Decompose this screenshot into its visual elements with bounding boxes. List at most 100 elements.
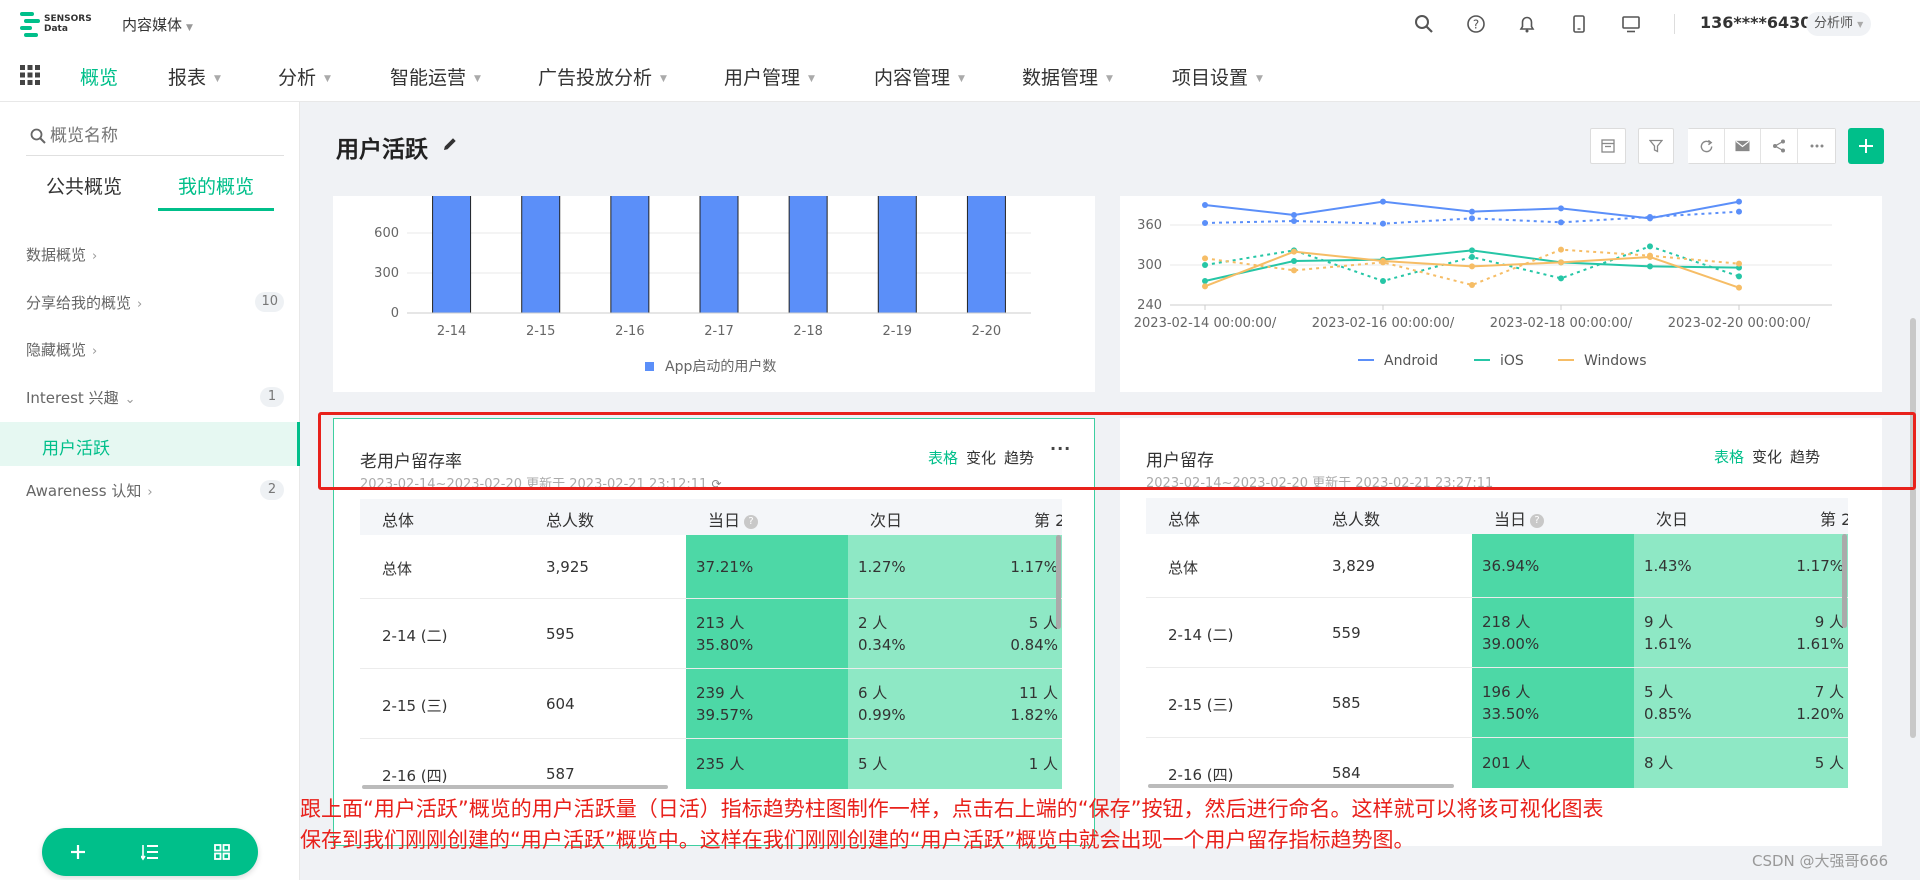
nav-data-management[interactable]: 数据管理 ▼ <box>1022 63 1113 90</box>
nav-overview[interactable]: 概览 <box>80 63 118 90</box>
tab-public-overview[interactable]: 公共概览 <box>46 172 122 199</box>
page-scrollbar[interactable] <box>1910 318 1916 738</box>
compare-point-Windows[interactable] <box>1736 260 1742 267</box>
table-row[interactable]: 2-14 (二) 559 218 人 39.00% 9 人 1.61% 9 人 1.61% <box>1146 598 1848 668</box>
retention-cell[interactable]: 37.21% <box>686 535 848 598</box>
table-vertical-scrollbar[interactable] <box>1056 535 1061 629</box>
sidebar-item-hidden[interactable]: 隐藏概览 › <box>26 339 284 363</box>
layout-button[interactable] <box>1590 128 1626 164</box>
compare-point-iOS[interactable] <box>1469 254 1475 260</box>
point-Android[interactable] <box>1558 205 1564 212</box>
table-horizontal-scrollbar[interactable] <box>1148 784 1454 788</box>
compare-point-Android[interactable] <box>1469 215 1475 222</box>
table-row[interactable]: 2-16 (四) 584 201 人 8 人 5 人 <box>1146 738 1848 788</box>
monitor-icon[interactable] <box>1619 12 1643 36</box>
sort-list-button[interactable] <box>126 828 174 876</box>
compare-point-Windows[interactable] <box>1202 255 1208 262</box>
apps-grid-icon[interactable] <box>20 65 40 85</box>
bar-2-16[interactable] <box>610 192 650 314</box>
bar-2-19[interactable] <box>877 192 917 314</box>
bar-2-17[interactable] <box>699 192 739 314</box>
nav-content-management[interactable]: 内容管理 ▼ <box>874 63 965 90</box>
edit-title-icon[interactable] <box>442 136 458 156</box>
table-row[interactable]: 2-14 (二) 595 213 人 35.80% 2 人 0.34% 5 人 0.84% <box>360 599 1062 669</box>
tab-my-overview[interactable]: 我的概览 <box>178 172 254 199</box>
nav-user-management[interactable]: 用户管理 ▼ <box>724 63 815 90</box>
retention-cell[interactable]: 5 人 <box>1796 738 1848 788</box>
compare-point-Android[interactable] <box>1291 218 1297 224</box>
retention-cell[interactable]: 1.17% <box>1010 535 1062 598</box>
retention-cell[interactable]: 11 人 1.82% <box>1010 669 1062 738</box>
point-Windows[interactable] <box>1558 259 1564 266</box>
sidebar-item-user-active[interactable]: 用户活跃 <box>0 422 300 466</box>
point-Windows[interactable] <box>1202 283 1208 290</box>
retention-cell[interactable]: 9 人 1.61% <box>1634 598 1796 667</box>
compare-point-iOS[interactable] <box>1558 275 1564 282</box>
point-Android[interactable] <box>1380 198 1386 205</box>
sidebar-item-awareness[interactable]: Awareness 认知 › 2 <box>26 480 284 504</box>
table-row[interactable]: 2-15 (三) 585 196 人 33.50% 5 人 0.85% 7 人 1.20% <box>1146 668 1848 738</box>
retention-cell[interactable]: 5 人 0.84% <box>1010 599 1062 668</box>
retention-cell[interactable]: 2 人 0.34% <box>848 599 1010 668</box>
nav-ad-analysis[interactable]: 广告投放分析 ▼ <box>538 63 667 90</box>
sidebar-item-data-overview[interactable]: 数据概览 › <box>26 244 284 268</box>
point-Windows[interactable] <box>1736 284 1742 291</box>
legend-label[interactable]: App启动的用户数 <box>665 358 776 375</box>
table-row[interactable]: 总体 3,925 37.21% 1.27% 1.17% <box>360 535 1062 599</box>
nav-project-settings[interactable]: 项目设置 ▼ <box>1172 63 1263 90</box>
compare-point-Windows[interactable] <box>1380 259 1386 266</box>
retention-cell[interactable]: 1.27% <box>848 535 1010 598</box>
compare-point-iOS[interactable] <box>1202 262 1208 268</box>
add-chart-button[interactable] <box>1848 128 1884 164</box>
table-vertical-scrollbar[interactable] <box>1842 534 1847 628</box>
bar-2-15[interactable] <box>521 192 561 314</box>
retention-cell[interactable]: 218 人 39.00% <box>1472 598 1634 667</box>
column-header[interactable]: 第 2 <box>1820 506 1848 530</box>
column-header[interactable]: 第 2 <box>1034 507 1062 531</box>
legend-label-Windows[interactable]: Windows <box>1584 353 1647 369</box>
point-iOS[interactable] <box>1202 278 1208 284</box>
retention-cell[interactable]: 1.43% <box>1634 534 1796 597</box>
table-row[interactable]: 2-15 (三) 604 239 人 39.57% 6 人 0.99% 11 人 1.82% <box>360 669 1062 739</box>
nav-analysis[interactable]: 分析 ▼ <box>278 63 331 90</box>
overview-search-input[interactable] <box>50 126 270 146</box>
search-icon[interactable] <box>1412 12 1436 36</box>
point-Android[interactable] <box>1469 208 1475 215</box>
column-header[interactable]: 当日? <box>1494 506 1545 530</box>
workspace-selector[interactable]: 内容媒体 ▼ <box>122 14 193 35</box>
compare-point-Android[interactable] <box>1380 220 1386 227</box>
help-icon[interactable]: ? <box>1530 513 1545 528</box>
retention-cell[interactable]: 235 人 <box>686 739 848 789</box>
retention-cell[interactable]: 201 人 <box>1472 738 1634 788</box>
table-horizontal-scrollbar[interactable] <box>362 785 668 789</box>
compare-point-Windows[interactable] <box>1291 267 1297 274</box>
sidebar-item-shared-with-me[interactable]: 分享给我的概览 › 10 <box>26 292 284 316</box>
retention-cell[interactable]: 1.17% <box>1796 534 1848 597</box>
point-Windows[interactable] <box>1469 263 1475 270</box>
table-row[interactable]: 总体 3,829 36.94% 1.43% 1.17% <box>1146 534 1848 598</box>
compare-point-iOS[interactable] <box>1380 278 1386 284</box>
email-button[interactable] <box>1724 129 1760 163</box>
user-phone[interactable]: 136****6430 <box>1700 13 1811 32</box>
compare-point-iOS[interactable] <box>1647 243 1653 250</box>
retention-cell[interactable]: 1 人 <box>1010 739 1062 789</box>
legend-label-Android[interactable]: Android <box>1384 353 1438 369</box>
column-header[interactable]: 次日 <box>870 507 902 531</box>
retention-cell[interactable]: 36.94% <box>1472 534 1634 597</box>
point-iOS[interactable] <box>1291 258 1297 264</box>
compare-point-Android[interactable] <box>1736 208 1742 215</box>
bell-icon[interactable] <box>1515 12 1539 36</box>
grid-view-button[interactable] <box>198 828 246 876</box>
retention-cell[interactable]: 196 人 33.50% <box>1472 668 1634 737</box>
retention-cell[interactable]: 6 人 0.99% <box>848 669 1010 738</box>
add-overview-button[interactable] <box>54 828 102 876</box>
retention-cell[interactable]: 5 人 <box>848 739 1010 789</box>
point-iOS[interactable] <box>1647 263 1653 270</box>
nav-reports[interactable]: 报表 ▼ <box>168 63 221 90</box>
role-badge[interactable]: 分析师 ▼ <box>1806 12 1872 36</box>
share-button[interactable] <box>1760 129 1796 163</box>
bar-2-14[interactable] <box>432 192 472 314</box>
retention-cell[interactable]: 7 人 1.20% <box>1796 668 1848 737</box>
point-Android[interactable] <box>1736 198 1742 205</box>
compare-point-iOS[interactable] <box>1736 273 1742 280</box>
